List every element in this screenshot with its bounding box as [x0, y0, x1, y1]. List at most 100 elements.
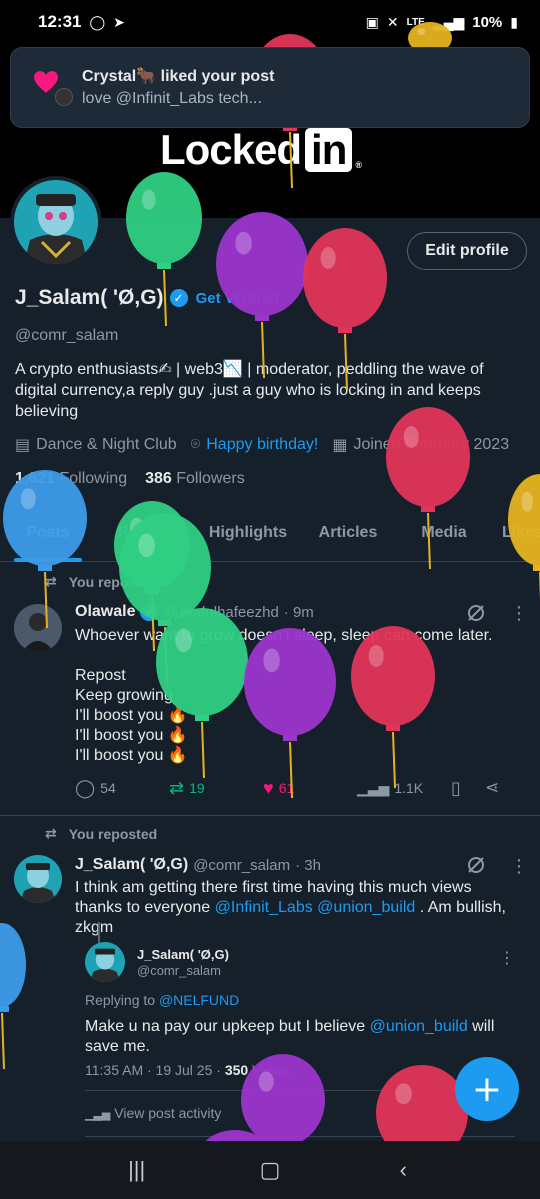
location-pin-icon: ⌾ — [190, 436, 201, 453]
system-nav-bar: ||| ▢ ‹ — [0, 1141, 540, 1199]
post-header: J_Salam( 'Ø,G) @comr_salam · 3h — [75, 856, 321, 874]
post-header: Olawale ✓ @Abdulhafeezhd · 9m — [75, 603, 314, 621]
edit-profile-button[interactable]: Edit profile — [407, 232, 527, 270]
banner-logo: Locked in ® — [160, 126, 362, 174]
verified-badge-icon: ✓ — [169, 289, 188, 307]
following-link[interactable]: 1,621 Following — [15, 470, 127, 488]
lock-icon: ▣ — [365, 13, 379, 30]
thread-line — [98, 922, 100, 944]
more-options-icon[interactable]: ⋮ — [510, 603, 528, 624]
repost-label: You reposted — [68, 573, 158, 590]
repost-header: ⇄ You reposted — [45, 825, 157, 842]
get-verified-link[interactable]: Get Verified — [196, 290, 279, 307]
balloon — [0, 923, 26, 1070]
repost-header: ⇄ You reposted — [45, 573, 157, 590]
banner-logo-reg: ® — [355, 160, 362, 170]
post-time: · 9m — [283, 603, 314, 621]
quote-avatar — [85, 942, 125, 982]
post-avatar[interactable] — [14, 855, 62, 903]
repost-button[interactable]: ⇄ 19 — [169, 778, 263, 799]
profile-tabs: Posts Replies Highlights Articles Media … — [0, 508, 540, 562]
compose-post-button[interactable]: + — [455, 1057, 519, 1121]
follow-stats: 1,621 Following 386 Followers — [15, 470, 245, 488]
quoted-post[interactable]: J_Salam( 'Ø,G) @comr_salam ⋮ Replying to… — [75, 922, 520, 1137]
post-text: Whoever want to grow doesn't sleep, slee… — [75, 627, 493, 764]
repost-label: You reposted — [68, 825, 158, 842]
bookmark-icon: ▯ — [451, 777, 461, 798]
status-bar: 12:31 ◯ ➤ ▣ ✕ LTE ▂▄▆ 10% ▮ — [0, 0, 540, 44]
bookmark-button[interactable]: ▯ — [451, 778, 485, 799]
mention-link[interactable]: @NELFUND — [159, 992, 239, 1008]
quote-divider — [85, 1090, 515, 1091]
views-icon: ▁▃▅ — [357, 779, 390, 796]
post-author[interactable]: Olawale — [75, 603, 135, 621]
telegram-icon: ➤ — [113, 13, 125, 30]
home-icon[interactable]: ▢ — [250, 1150, 290, 1190]
tab-replies[interactable]: Replies — [96, 508, 196, 561]
post-divider — [0, 815, 540, 816]
grok-icon[interactable] — [466, 603, 486, 623]
banner-logo-text: Locked — [160, 126, 302, 173]
network-type: LTE — [406, 16, 425, 28]
profile-avatar[interactable] — [10, 176, 102, 268]
post-handle[interactable]: @comr_salam — [193, 857, 290, 874]
post-author[interactable]: J_Salam( 'Ø,G) — [75, 856, 188, 874]
mention-link[interactable]: @union_build — [370, 1018, 468, 1035]
tab-posts[interactable]: Posts — [0, 508, 96, 561]
birthday-link[interactable]: Happy birthday! — [206, 436, 318, 454]
reply-button[interactable]: ◯ 54 — [75, 778, 169, 799]
share-button[interactable]: ⋖ — [485, 778, 515, 798]
notification-avatar — [55, 88, 73, 106]
signal-icon: ▂▄▆ — [432, 13, 465, 30]
post-avatar[interactable] — [14, 604, 62, 652]
profile-handle: @comr_salam — [15, 327, 119, 344]
quote-text: Make u na pay our upkeep but I believe @… — [85, 1018, 495, 1055]
like-notification[interactable]: Crystal🐂 liked your post love @Infinit_L… — [10, 47, 530, 128]
more-options-icon[interactable]: ⋮ — [499, 948, 515, 968]
mention-link[interactable]: @Infinit_Labs — [215, 899, 313, 916]
post-actions: ◯ 54 ⇄ 19 ♥ 61 ▁▃▅ 1.1K ▯ ⋖ — [75, 776, 520, 800]
view-post-activity-link[interactable]: ▁▃▅ View post activity — [85, 1105, 221, 1121]
whatsapp-icon: ◯ — [89, 13, 106, 30]
profile-name: J_Salam( 'Ø,G) — [15, 286, 164, 309]
notification-body: love @Infinit_Labs tech... — [82, 90, 262, 107]
tab-highlights[interactable]: Highlights — [196, 508, 300, 561]
active-tab-indicator — [14, 558, 82, 562]
post-time: · 3h — [295, 856, 321, 874]
tab-articles[interactable]: Articles — [300, 508, 396, 561]
heart-icon: ♥ — [263, 777, 274, 798]
battery-level: 10% — [472, 13, 503, 31]
analytics-icon: ▁▃▅ — [85, 1109, 111, 1121]
more-options-icon[interactable]: ⋮ — [510, 856, 528, 877]
profile-category: Dance & Night Club — [36, 436, 177, 453]
battery-icon: ▮ — [510, 13, 518, 30]
quote-timestamp: 11:35 AM · 19 Jul 25 · 350 Views — [85, 1062, 290, 1078]
views-button[interactable]: ▁▃▅ 1.1K — [357, 780, 451, 797]
joined-date: Joined February 2023 — [353, 436, 510, 453]
quote-author: J_Salam( 'Ø,G) — [137, 947, 229, 962]
back-icon[interactable]: ‹ — [383, 1150, 423, 1190]
quote-handle: @comr_salam — [137, 963, 221, 978]
grok-icon[interactable] — [466, 855, 486, 875]
reply-icon: ◯ — [75, 777, 96, 798]
tab-likes[interactable]: Likes — [492, 508, 540, 561]
like-button[interactable]: ♥ 61 — [263, 778, 357, 799]
replying-to: Replying to @NELFUND — [85, 992, 240, 1008]
calendar-icon: ▦ — [332, 437, 348, 454]
heart-icon — [34, 71, 58, 93]
mention-link[interactable]: @union_build — [317, 899, 415, 916]
banner-logo-in: in — [305, 128, 353, 172]
verified-badge-icon: ✓ — [140, 603, 159, 621]
repost-icon: ⇄ — [169, 777, 185, 798]
notification-title: Crystal🐂 liked your post — [82, 68, 275, 85]
share-icon: ⋖ — [485, 778, 500, 797]
tab-media[interactable]: Media — [396, 508, 492, 561]
mute-icon: ✕ — [386, 13, 399, 30]
post-handle[interactable]: @Abdulhafeezhd — [163, 604, 278, 621]
profile-meta: ▤ Dance & Night Club ⌾ Happy birthday! ▦… — [15, 435, 509, 455]
followers-link[interactable]: 386 Followers — [145, 470, 245, 488]
profile-bio: A crypto enthusiasts✍ | web3📉 | moderato… — [15, 361, 484, 420]
repost-icon: ⇄ — [45, 573, 57, 589]
recent-apps-icon[interactable]: ||| — [117, 1150, 157, 1190]
quote-divider — [85, 1136, 515, 1137]
